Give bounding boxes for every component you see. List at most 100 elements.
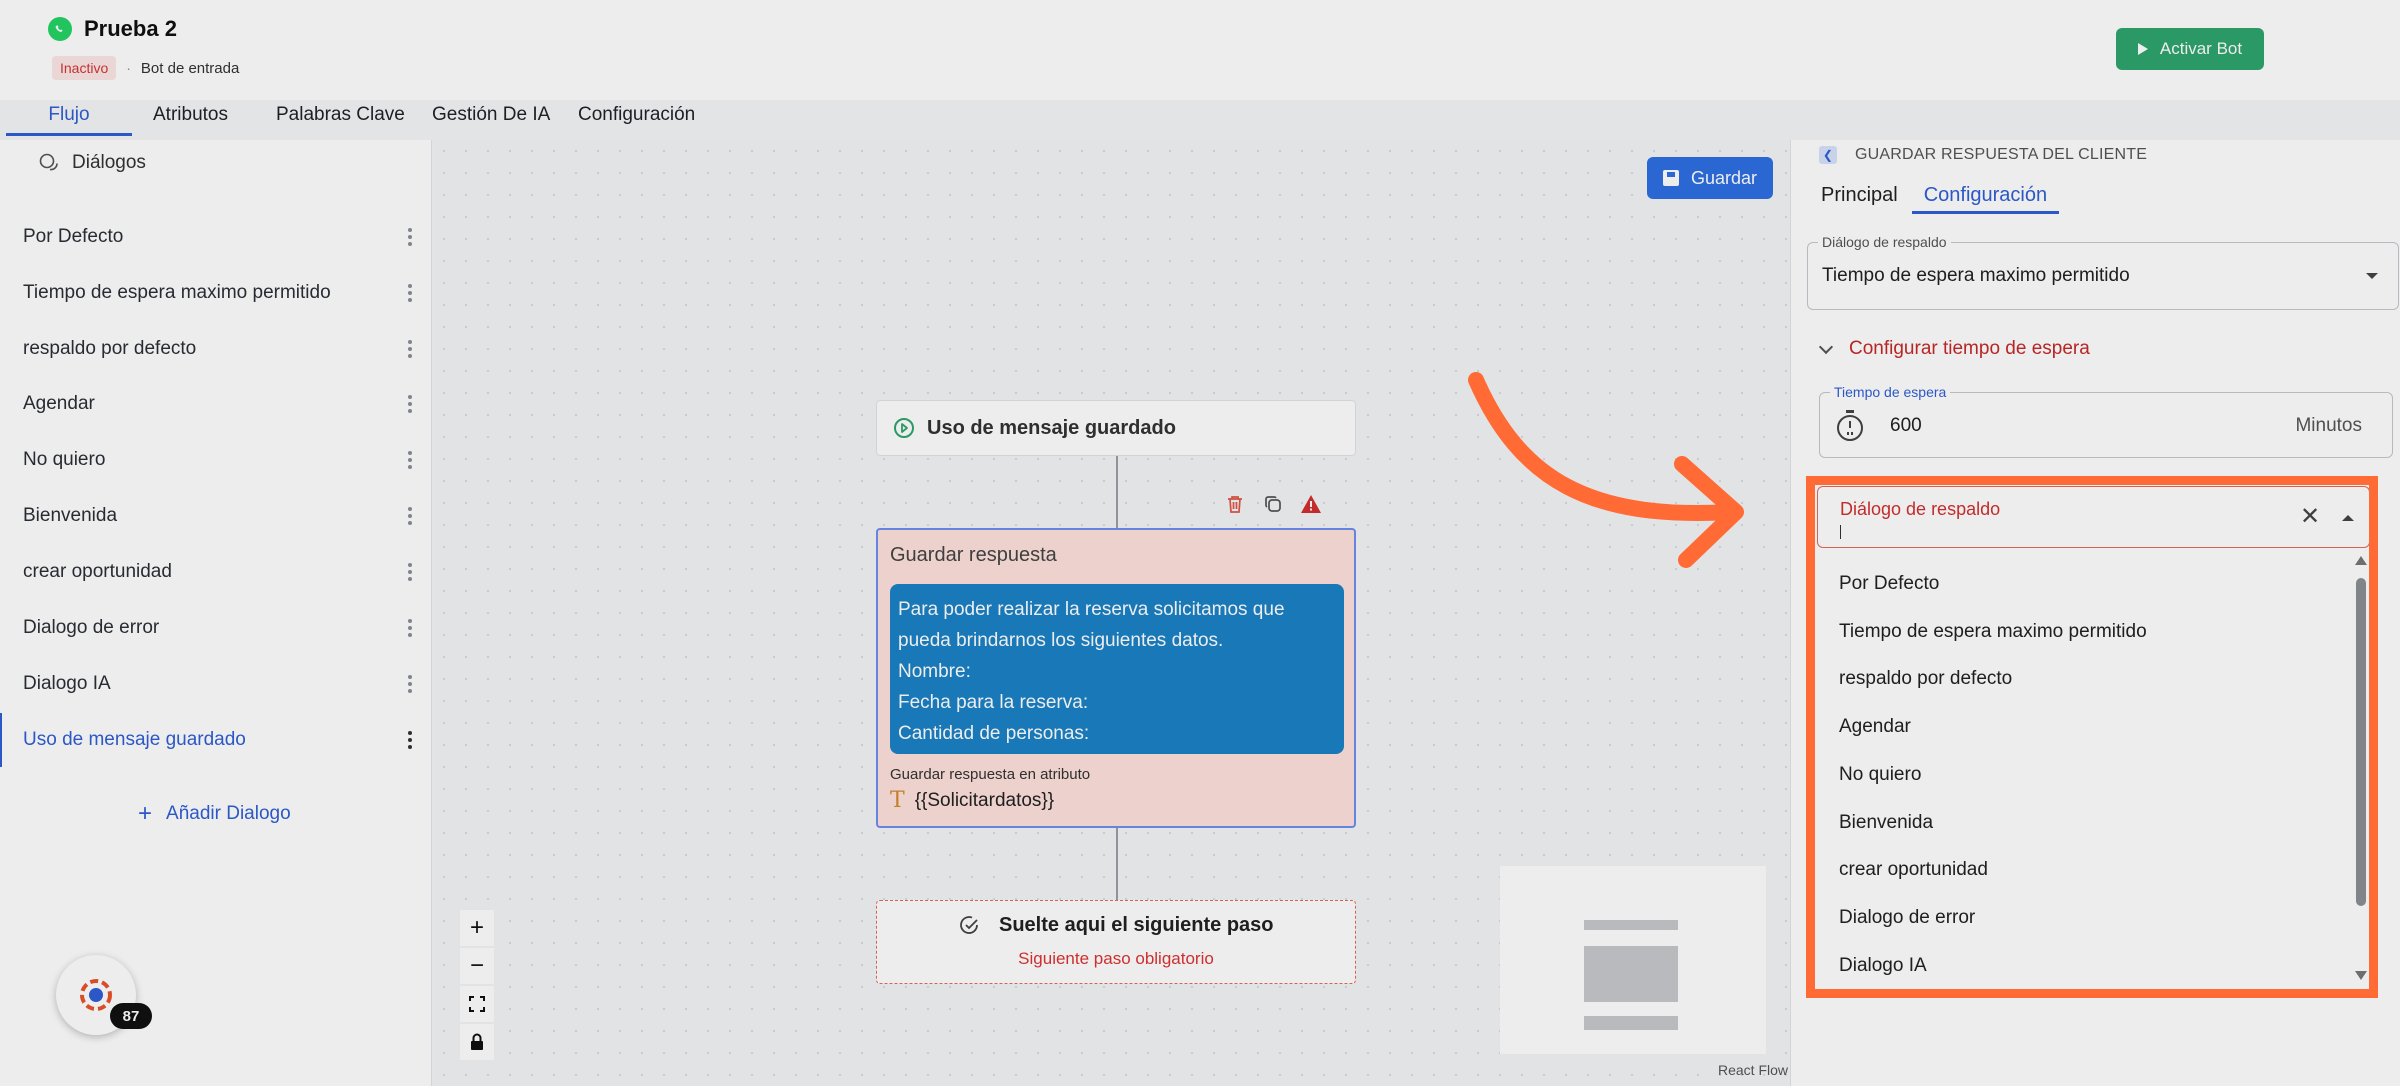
timeout-value: 600: [1890, 415, 1922, 436]
more-options-icon[interactable]: [408, 675, 412, 693]
zoom-in-button[interactable]: +: [460, 910, 494, 946]
configure-timeout-toggle[interactable]: Configurar tiempo de espera: [1818, 338, 2090, 360]
sidebar-item-crear-oportunidad[interactable]: crear oportunidad: [0, 545, 432, 599]
sidebar-item-dialogo-error[interactable]: Dialogo de error: [0, 601, 432, 655]
dropdown-option[interactable]: Bienvenida: [1839, 799, 2339, 847]
sidebar-item-tiempo-espera[interactable]: Tiempo de espera maximo permitido: [0, 266, 432, 320]
drop-next-step-node[interactable]: Suelte aqui el siguiente paso Siguiente …: [876, 900, 1356, 984]
message-line: Nombre:: [898, 661, 971, 682]
app-logo-icon: [80, 979, 112, 1011]
tab-configuracion[interactable]: Configuración: [578, 100, 708, 136]
connector-line: [1116, 828, 1118, 900]
scroll-up-icon[interactable]: [2355, 556, 2367, 565]
save-button[interactable]: Guardar: [1647, 157, 1773, 199]
save-disk-icon: [1662, 170, 1679, 186]
react-flow-attribution[interactable]: React Flow: [1718, 1062, 1788, 1078]
text-type-icon: T: [890, 788, 905, 813]
configure-timeout-label: Configurar tiempo de espera: [1849, 338, 2090, 359]
node-actions: [1224, 493, 1322, 515]
clear-icon[interactable]: ✕: [2300, 505, 2320, 529]
more-options-icon[interactable]: [408, 340, 412, 358]
sidebar-item-label: Agendar: [23, 393, 95, 414]
panel-header: ❮ GUARDAR RESPUESTA DEL CLIENTE: [1819, 146, 2147, 164]
sidebar-item-uso-mensaje-guardado[interactable]: Uso de mensaje guardado: [0, 713, 432, 767]
dropdown-option[interactable]: Por Defecto: [1839, 560, 2339, 608]
message-line: Para poder realizar la reserva solicitam…: [898, 599, 1285, 620]
trash-icon[interactable]: [1224, 493, 1246, 515]
plus-icon: +: [138, 800, 153, 827]
sidebar-item-respaldo[interactable]: respaldo por defecto: [0, 322, 432, 376]
tab-principal[interactable]: Principal: [1821, 184, 1898, 214]
dropdown-option[interactable]: respaldo por defecto: [1839, 655, 2339, 703]
dropdown-option[interactable]: Dialogo IA: [1839, 942, 2339, 984]
sidebar-item-bienvenida[interactable]: Bienvenida: [0, 489, 432, 543]
notification-count: 87: [110, 1003, 152, 1029]
add-dialog-button[interactable]: + Añadir Dialogo: [138, 802, 291, 826]
more-options-icon[interactable]: [408, 451, 412, 469]
save-node-title: Guardar respuesta: [890, 544, 1057, 566]
fit-view-button[interactable]: [460, 986, 494, 1022]
more-options-icon[interactable]: [408, 284, 412, 302]
timeout-label: Tiempo de espera: [1830, 384, 1951, 400]
attribute-value: {{Solicitardatos}}: [914, 789, 1055, 811]
more-options-icon[interactable]: [408, 228, 412, 246]
sidebar-item-dialogo-ia[interactable]: Dialogo IA: [0, 657, 432, 711]
tab-flujo[interactable]: Flujo: [6, 100, 132, 136]
timeout-input[interactable]: Tiempo de espera 600 Minutos: [1819, 384, 2393, 458]
lock-icon: [471, 1033, 483, 1050]
dropdown-scrollbar[interactable]: [2354, 556, 2367, 980]
drop-subtitle: Siguiente paso obligatorio: [1018, 949, 1214, 968]
fallback-dialog-select[interactable]: Diálogo de respaldo Tiempo de espera max…: [1807, 234, 2399, 310]
attribute-label: Guardar respuesta en atributo: [890, 766, 1091, 783]
start-node[interactable]: Uso de mensaje guardado: [876, 400, 1356, 456]
caret-up-icon[interactable]: [2342, 515, 2354, 521]
dialogs-header: Diálogos: [38, 152, 146, 174]
fallback-dialog-label: Diálogo de respaldo: [1818, 234, 1951, 250]
message-line: pueda brindarnos los siguientes datos.: [898, 630, 1224, 651]
sidebar-item-label: crear oportunidad: [23, 561, 172, 582]
fit-view-icon: [469, 996, 485, 1012]
timeout-unit: Minutos: [2295, 415, 2362, 436]
sidebar-item-no-quiero[interactable]: No quiero: [0, 433, 432, 487]
sidebar-item-label: respaldo por defecto: [23, 338, 197, 359]
status-badge: Inactivo: [52, 56, 117, 80]
save-response-node[interactable]: Guardar respuesta Para poder realizar la…: [876, 528, 1356, 828]
more-options-icon[interactable]: [408, 563, 412, 581]
scrollbar-thumb[interactable]: [2356, 578, 2366, 906]
main-tabs: Flujo Atributos Palabras Clave Gestión D…: [6, 100, 708, 136]
add-dialog-label: Añadir Dialogo: [166, 803, 291, 824]
more-options-icon[interactable]: [408, 731, 412, 749]
zoom-out-button[interactable]: −: [460, 948, 494, 984]
timer-icon: [1837, 410, 1863, 441]
drop-title: Suelte aqui el siguiente paso: [999, 913, 1274, 936]
dropdown-option[interactable]: Dialogo de error: [1839, 894, 2339, 942]
collapse-panel-icon[interactable]: ❮: [1819, 146, 1837, 164]
more-options-icon[interactable]: [408, 395, 412, 413]
tab-configuracion-panel[interactable]: Configuración: [1911, 184, 2060, 214]
message-line: Fecha para la reserva:: [898, 692, 1089, 713]
dropdown-option[interactable]: crear oportunidad: [1839, 846, 2339, 894]
tab-palabras-clave[interactable]: Palabras Clave: [274, 100, 432, 136]
sidebar-item-label: Tiempo de espera maximo permitido: [23, 282, 331, 303]
tab-atributos[interactable]: Atributos: [132, 100, 274, 136]
lock-button[interactable]: [460, 1024, 494, 1060]
sidebar-item-agendar[interactable]: Agendar: [0, 377, 432, 431]
dropdown-option[interactable]: Tiempo de espera maximo permitido: [1839, 608, 2339, 656]
copy-icon[interactable]: [1262, 493, 1284, 515]
tab-gestion-ia[interactable]: Gestión De IA: [432, 100, 578, 136]
bot-meta: Inactivo · Bot de entrada: [52, 56, 239, 80]
activate-bot-button[interactable]: Activar Bot: [2116, 28, 2264, 70]
fallback-dialog-autocomplete[interactable]: Diálogo de respaldo ✕: [1817, 486, 2370, 548]
more-options-icon[interactable]: [408, 619, 412, 637]
more-options-icon[interactable]: [408, 507, 412, 525]
minimap[interactable]: [1500, 866, 1766, 1054]
sidebar-item-por-defecto[interactable]: Por Defecto: [0, 210, 432, 264]
meta-separator: ·: [126, 60, 131, 76]
dropdown-option[interactable]: No quiero: [1839, 751, 2339, 799]
dialogs-sidebar: Diálogos Por Defecto Tiempo de espera ma…: [0, 140, 432, 1086]
attribute-row: T {{Solicitardatos}}: [890, 788, 1054, 813]
sidebar-item-label: Bienvenida: [23, 505, 118, 526]
dropdown-option[interactable]: Agendar: [1839, 703, 2339, 751]
scroll-down-icon[interactable]: [2355, 971, 2367, 980]
sidebar-item-label: Uso de mensaje guardado: [23, 729, 246, 750]
